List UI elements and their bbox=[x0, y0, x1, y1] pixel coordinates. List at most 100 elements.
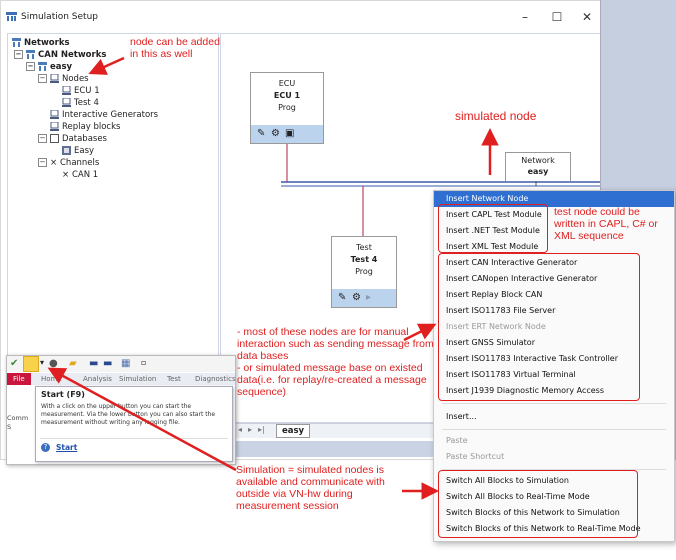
tooltip-start-link[interactable]: Start bbox=[56, 443, 77, 452]
menu-separator bbox=[442, 403, 666, 404]
node-mode: Prog bbox=[278, 103, 296, 112]
monitor-icon[interactable]: ▣ bbox=[285, 128, 294, 139]
tree-label: Replay blocks bbox=[62, 122, 121, 132]
help-icon: ? bbox=[41, 443, 50, 452]
leaf-icon: ✔ bbox=[10, 358, 19, 369]
save-icon[interactable]: ▬ bbox=[89, 358, 98, 369]
node-name: easy bbox=[527, 167, 549, 176]
collapse-icon[interactable]: − bbox=[14, 50, 23, 59]
node-icon bbox=[50, 73, 59, 83]
annotation-simulated-node: simulated node bbox=[455, 109, 537, 123]
tree-item-channels[interactable]: − × Channels bbox=[38, 158, 99, 168]
node-type: ECU bbox=[278, 79, 296, 88]
network-node-block[interactable]: Network easy bbox=[505, 152, 571, 181]
tree-item-interactive-generators[interactable]: Interactive Generators bbox=[50, 109, 159, 120]
node-name: ECU 1 bbox=[273, 91, 301, 100]
tree-item-node[interactable]: ECU 1 bbox=[62, 85, 100, 96]
menu-item-paste: Paste bbox=[446, 436, 468, 445]
collapse-icon[interactable]: − bbox=[38, 74, 47, 83]
pencil-icon[interactable]: ✎ bbox=[338, 292, 346, 303]
menu-item-paste-shortcut: Paste Shortcut bbox=[446, 452, 505, 461]
save-all-icon[interactable]: ▬ bbox=[103, 358, 112, 369]
menu-item-insert-more[interactable]: Insert... bbox=[434, 409, 674, 425]
tree-item-database[interactable]: Easy bbox=[62, 146, 94, 156]
tree-label: Easy bbox=[74, 146, 95, 156]
replay-icon bbox=[50, 121, 59, 131]
tree-label: Networks bbox=[24, 38, 70, 48]
start-lightning-icon[interactable] bbox=[23, 356, 39, 372]
app-network-icon bbox=[6, 12, 17, 21]
tooltip-title: Start (F9) bbox=[41, 390, 85, 399]
tab-nav-last-icon[interactable]: ▸| bbox=[258, 425, 265, 434]
dropdown-icon[interactable]: ▾ bbox=[40, 358, 44, 367]
collapse-icon[interactable]: − bbox=[38, 158, 47, 167]
tab-diagnostics[interactable]: Diagnostics bbox=[195, 373, 236, 385]
quick-toolbar: ✔ ▾ ● ▰ ▬ ▬ ▦ ▫ bbox=[7, 356, 235, 372]
generator-icon bbox=[50, 109, 59, 119]
tree-item-replay-blocks[interactable]: Replay blocks bbox=[50, 121, 121, 132]
gear-icon[interactable]: ⚙ bbox=[271, 128, 280, 139]
config-icon[interactable]: ▦ bbox=[121, 358, 130, 369]
play-icon[interactable]: ▸ bbox=[366, 292, 371, 303]
tree-item-databases[interactable]: − Databases bbox=[38, 134, 107, 144]
title-bar: Simulation Setup – ☐ ✕ bbox=[1, 1, 601, 33]
tree-item-can-networks[interactable]: − CAN Networks bbox=[14, 50, 106, 60]
tree-label: Interactive Generators bbox=[62, 110, 159, 120]
tree-label: Databases bbox=[62, 134, 107, 144]
node-icon bbox=[62, 97, 71, 107]
tree-label: Test 4 bbox=[74, 98, 99, 108]
tab-simulation[interactable]: Simulation bbox=[119, 373, 156, 385]
folder-icon[interactable]: ▰ bbox=[69, 358, 77, 369]
tree-item-channel[interactable]: × CAN 1 bbox=[62, 170, 98, 180]
tree-label: Nodes bbox=[62, 74, 89, 84]
node-type: Network bbox=[521, 156, 555, 165]
node-toolbar: ✎ ⚙ ▣ bbox=[251, 125, 323, 143]
network-icon bbox=[26, 50, 35, 59]
tab-nav-prev-icon[interactable]: ◂ bbox=[238, 425, 242, 434]
tree-item-easy[interactable]: − easy bbox=[26, 62, 72, 72]
tab-analysis[interactable]: Analysis bbox=[83, 373, 112, 385]
maximize-button[interactable]: ☐ bbox=[545, 9, 569, 25]
test-node-block[interactable]: Test Test 4 Prog ✎ ⚙ ▸ bbox=[331, 236, 397, 308]
collapse-icon[interactable]: − bbox=[38, 134, 47, 143]
collapse-icon[interactable]: − bbox=[26, 62, 35, 71]
annotation-simulation-note: Simulation = simulated nodes is availabl… bbox=[236, 464, 385, 512]
database-icon bbox=[62, 146, 71, 155]
tooltip-divider bbox=[40, 438, 228, 439]
annotation-node-added: node can be added in this as well bbox=[130, 36, 220, 60]
node-mode: Prog bbox=[355, 267, 373, 276]
more-icon[interactable]: ▫ bbox=[141, 358, 146, 367]
ribbon-tabs: File Home Analysis Simulation Test Diagn… bbox=[7, 373, 236, 385]
tab-nav-next-icon[interactable]: ▸ bbox=[248, 425, 252, 434]
gear-icon[interactable]: ⚙ bbox=[352, 292, 361, 303]
tooltip-body: With a click on the upper button you can… bbox=[41, 403, 216, 426]
tree-label: ECU 1 bbox=[74, 86, 100, 96]
tree-item-node[interactable]: Test 4 bbox=[62, 97, 99, 108]
window-title: Simulation Setup bbox=[21, 12, 98, 22]
menu-separator bbox=[442, 429, 666, 430]
close-button[interactable]: ✕ bbox=[575, 9, 599, 25]
minimize-button[interactable]: – bbox=[513, 9, 537, 25]
annotation-box-interactive-nodes bbox=[438, 253, 640, 401]
ribbon-inset: ✔ ▾ ● ▰ ▬ ▬ ▦ ▫ File Home Analysis Simul… bbox=[6, 355, 236, 465]
tree-item-nodes[interactable]: − Nodes bbox=[38, 73, 89, 84]
annotation-test-node-written: test node could be written in CAPL, C# o… bbox=[554, 206, 658, 242]
tree-label: Channels bbox=[60, 158, 100, 168]
annotation-manual-interaction: - most of these nodes are for manual int… bbox=[237, 326, 434, 398]
tab-file[interactable]: File bbox=[7, 373, 31, 385]
tab-test[interactable]: Test bbox=[167, 373, 181, 385]
pencil-icon[interactable]: ✎ bbox=[257, 128, 265, 139]
start-tooltip: Start (F9) With a click on the upper but… bbox=[35, 386, 233, 462]
ecu-node-block[interactable]: ECU ECU 1 Prog ✎ ⚙ ▣ bbox=[250, 72, 324, 144]
tab-easy[interactable]: easy bbox=[276, 424, 311, 438]
tree-label: CAN Networks bbox=[38, 50, 107, 60]
tree-item-networks[interactable]: Networks bbox=[12, 38, 70, 48]
channel-icon: × bbox=[50, 158, 58, 168]
network-icon bbox=[38, 62, 47, 71]
channel-icon: × bbox=[62, 170, 70, 180]
tree-label: easy bbox=[50, 62, 73, 72]
node-type: Test bbox=[356, 243, 372, 252]
left-fragment: Comm S bbox=[7, 414, 29, 431]
stop-icon[interactable]: ● bbox=[49, 358, 58, 369]
tab-home[interactable]: Home bbox=[41, 373, 62, 385]
